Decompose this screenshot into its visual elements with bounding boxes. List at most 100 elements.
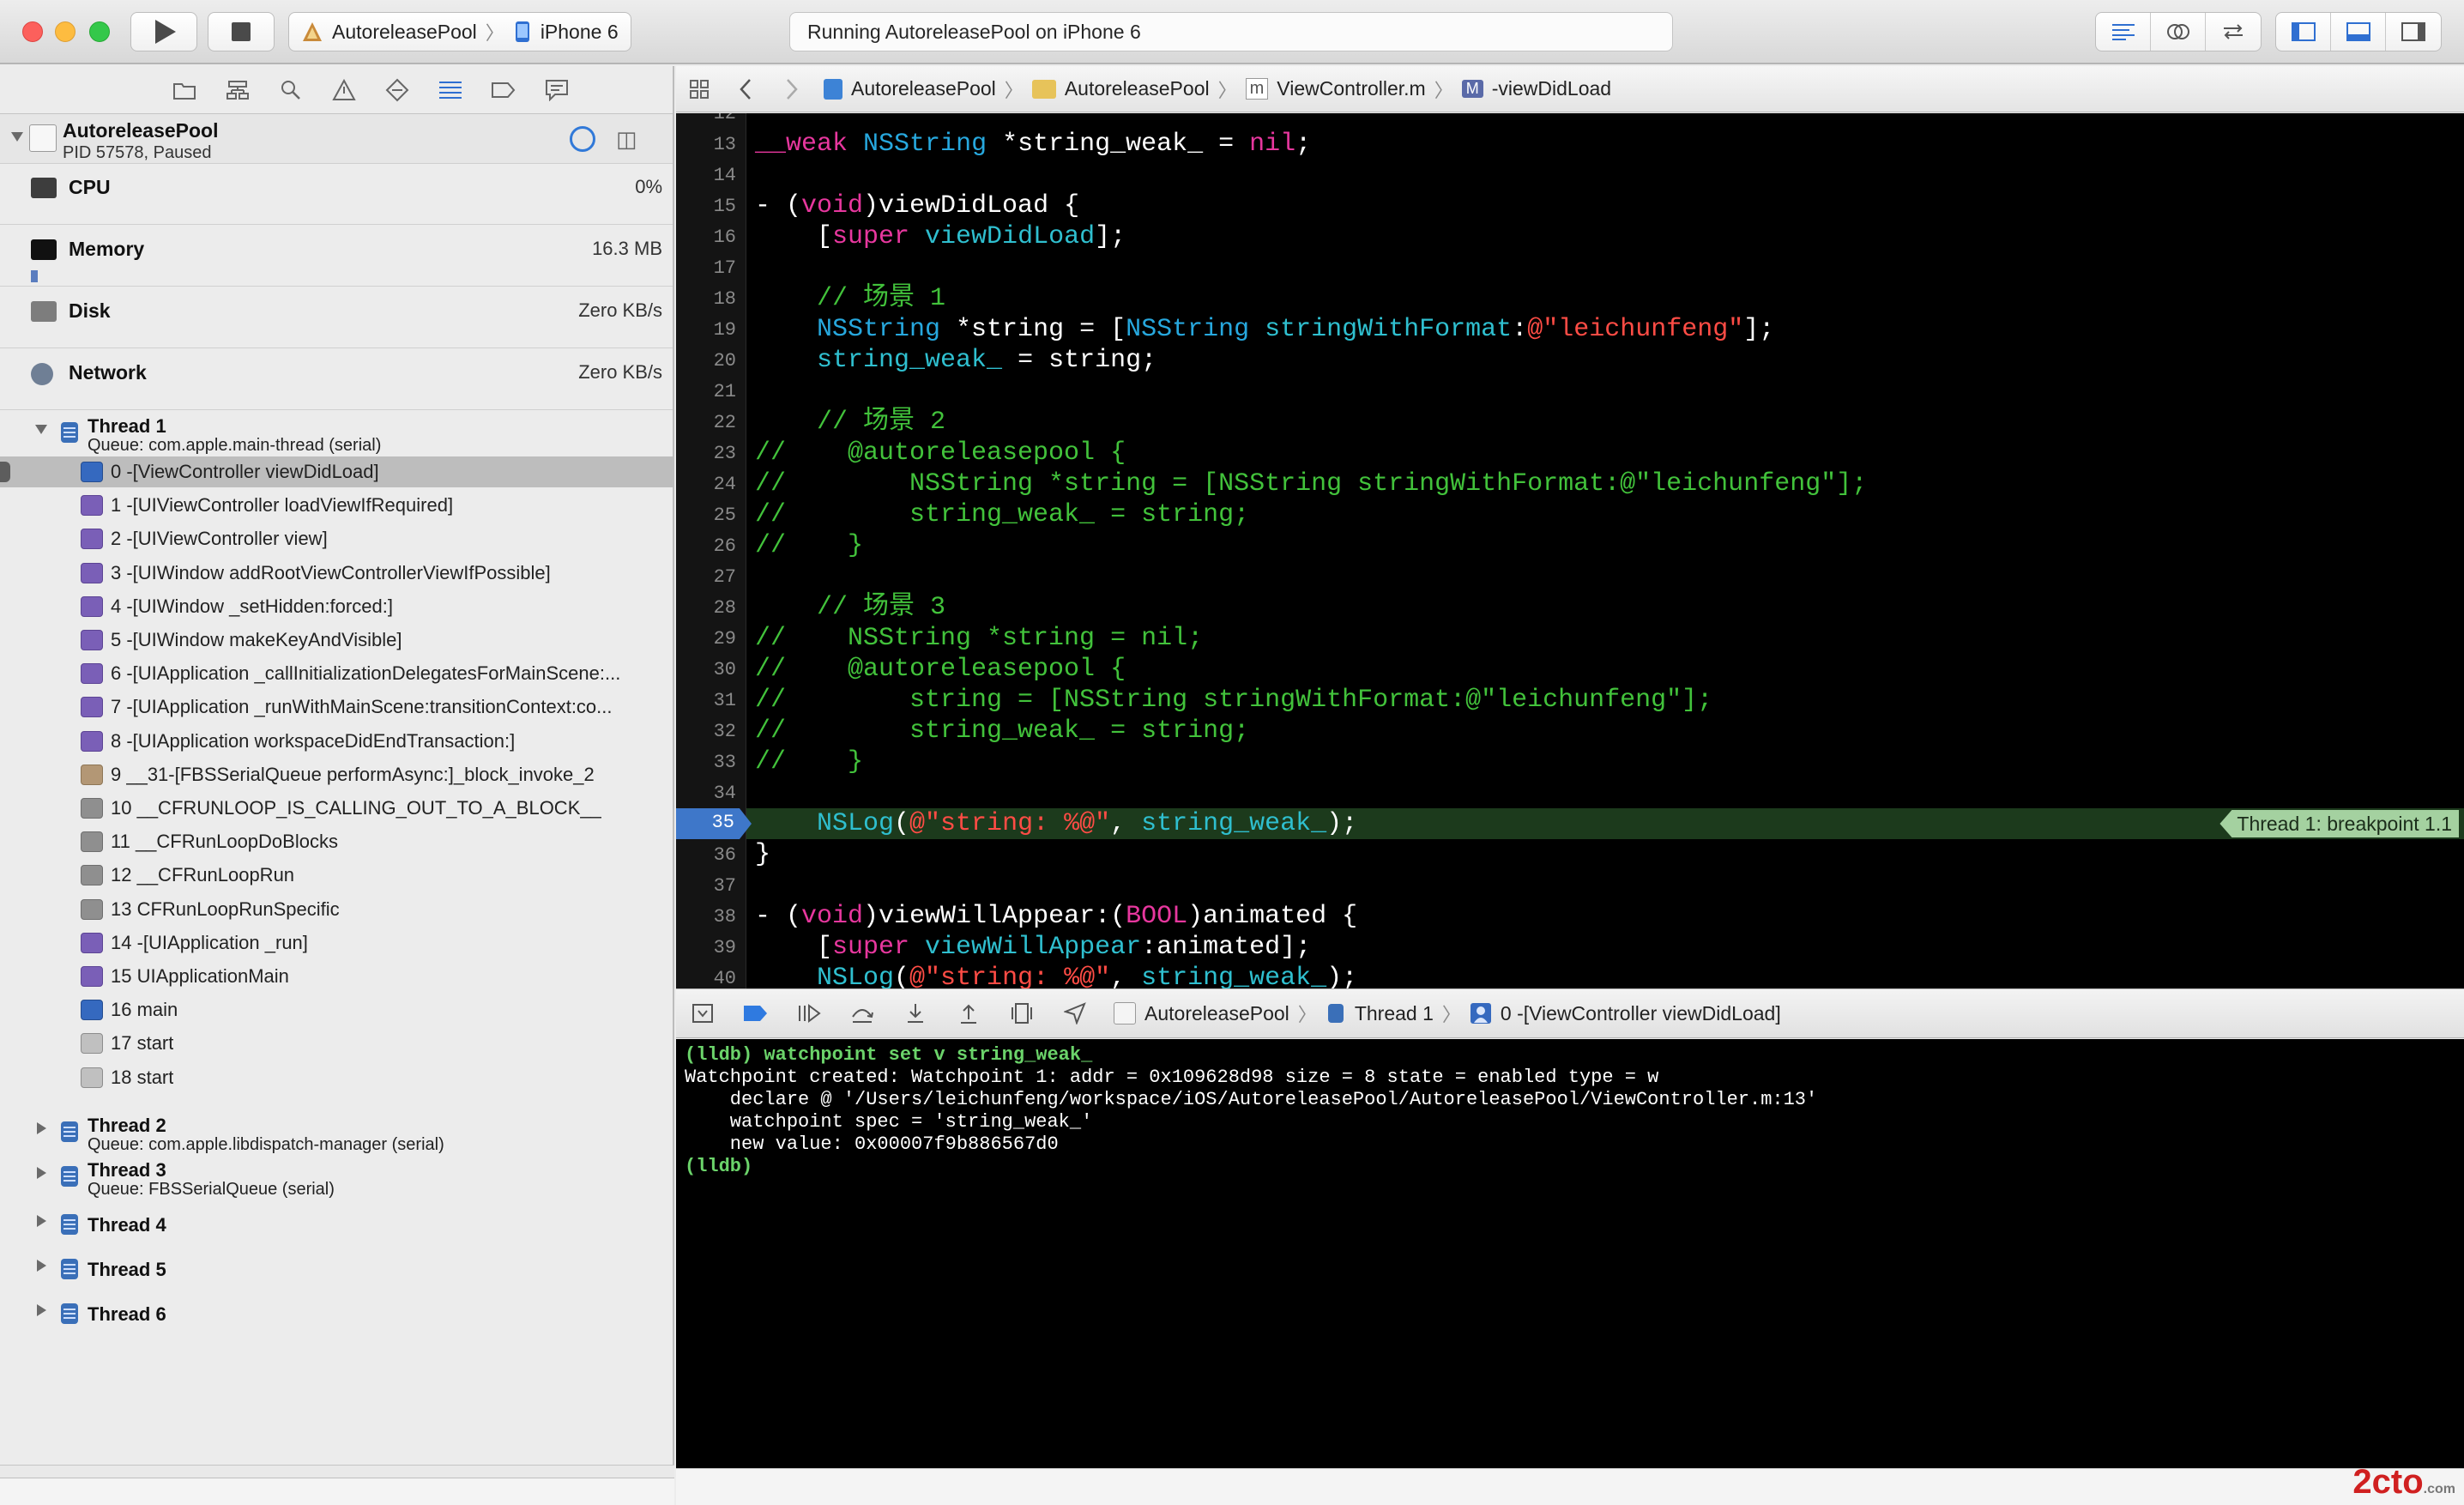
lldb-console[interactable]: (lldb) watchpoint set v string_weak_ Watc…: [676, 1039, 2464, 1468]
gauge-circle-icon[interactable]: [570, 126, 595, 152]
stack-frame-label: 2 -[UIViewController view]: [111, 528, 328, 550]
tab-report-navigator[interactable]: [543, 76, 571, 104]
run-button[interactable]: [130, 12, 197, 51]
tab-symbol-navigator[interactable]: [224, 76, 251, 104]
breadcrumb-group[interactable]: AutoreleasePool: [1065, 77, 1210, 100]
step-into-button[interactable]: [889, 988, 942, 1038]
stack-frame-label: 11 __CFRunLoopDoBlocks: [111, 831, 338, 853]
stack-frame-row[interactable]: 9 __31-[FBSSerialQueue performAsync:]_bl…: [0, 759, 673, 790]
thread-row-5[interactable]: Thread 5: [0, 1250, 673, 1293]
tab-debug-navigator[interactable]: [437, 76, 464, 104]
stack-frame-row[interactable]: 1 -[UIViewController loadViewIfRequired]: [0, 490, 673, 521]
xcode-window: AutoreleasePool 〉 iPhone 6 Running Autor…: [0, 0, 2464, 1505]
stack-frame-row[interactable]: 10 __CFRUNLOOP_IS_CALLING_OUT_TO_A_BLOCK…: [0, 793, 673, 824]
toggle-utilities-button[interactable]: [2386, 13, 2441, 51]
disclosure-right-icon[interactable]: [34, 1214, 48, 1228]
thread-row-4[interactable]: Thread 4: [0, 1206, 673, 1248]
gauge-memory[interactable]: Memory 16.3 MB: [0, 226, 673, 287]
assistant-editor-button[interactable]: [2151, 13, 2206, 51]
stack-frame-row[interactable]: 13 CFRunLoopRunSpecific: [0, 894, 673, 925]
stack-frame-row[interactable]: 6 -[UIApplication _callInitializationDel…: [0, 658, 673, 689]
thread-row-6[interactable]: Thread 6: [0, 1295, 673, 1338]
console-prompt[interactable]: (lldb): [685, 1156, 2455, 1178]
thread-row-2[interactable]: Thread 2 Queue: com.apple.libdispatch-ma…: [0, 1113, 673, 1156]
line-number: 25: [713, 505, 736, 526]
stack-frame-row[interactable]: 15 UIApplicationMain: [0, 961, 673, 992]
debug-view-hierarchy-button[interactable]: [995, 988, 1048, 1038]
line-number: 17: [713, 257, 736, 279]
stack-frame-row[interactable]: 4 -[UIWindow _setHidden:forced:]: [0, 591, 673, 622]
user-frame-icon: [81, 1000, 103, 1021]
stack-frame-label: 8 -[UIApplication workspaceDidEndTransac…: [111, 729, 516, 752]
stack-frame-row[interactable]: 0 -[ViewController viewDidLoad]: [0, 456, 673, 487]
tab-project-navigator[interactable]: [171, 76, 198, 104]
breadcrumb-method[interactable]: -viewDidLoad: [1492, 77, 1611, 100]
disclosure-right-icon[interactable]: [34, 1303, 48, 1317]
disclosure-down-icon[interactable]: [10, 130, 24, 143]
version-editor-icon: [2224, 24, 2243, 39]
zoom-window-button[interactable]: [89, 21, 110, 42]
disclosure-right-icon[interactable]: [34, 1121, 48, 1135]
disclosure-right-icon[interactable]: [34, 1259, 48, 1272]
tab-test-navigator[interactable]: [383, 76, 411, 104]
simulate-location-button[interactable]: [1048, 988, 1102, 1038]
stack-frame-row[interactable]: 18 start: [0, 1062, 673, 1093]
scheme-selector[interactable]: AutoreleasePool 〉 iPhone 6: [288, 12, 631, 51]
standard-editor-button[interactable]: [2096, 13, 2151, 51]
stack-frame-row[interactable]: 8 -[UIApplication workspaceDidEndTransac…: [0, 726, 673, 757]
close-window-button[interactable]: [22, 21, 43, 42]
minimize-window-button[interactable]: [55, 21, 75, 42]
version-editor-button[interactable]: [2206, 13, 2261, 51]
gauge-disk[interactable]: Disk Zero KB/s: [0, 287, 673, 348]
split-pause-icon[interactable]: ◫: [616, 126, 637, 153]
continue-button[interactable]: [782, 988, 836, 1038]
debug-crumb-thread[interactable]: Thread 1: [1355, 1002, 1434, 1025]
process-row[interactable]: AutoreleasePool PID 57578, Paused ◫: [0, 114, 673, 164]
code-line-18: // 场景 1: [817, 284, 946, 313]
thread-row-3[interactable]: Thread 3 Queue: FBSSerialQueue (serial): [0, 1157, 673, 1200]
code-line-38: - (void)viewWillAppear:(BOOL)animated {: [755, 902, 1358, 931]
step-over-button[interactable]: [836, 988, 889, 1038]
stack-frame-row[interactable]: 12 __CFRunLoopRun: [0, 860, 673, 891]
thread-row-1[interactable]: Thread 1 Queue: com.apple.main-thread (s…: [0, 414, 673, 456]
stack-frame-row[interactable]: 7 -[UIApplication _runWithMainScene:tran…: [0, 692, 673, 722]
go-forward-button[interactable]: [769, 78, 815, 100]
stack-frame-label: 17 start: [111, 1032, 174, 1055]
source-editor[interactable]: 35 12 13 14 15 16 17 18 19 20 21 22 23 24 25 26 27 28 29 3…: [676, 113, 2464, 988]
stack-frame-label: 3 -[UIWindow addRootViewControllerViewIf…: [111, 561, 551, 583]
disclosure-down-icon[interactable]: [34, 422, 48, 436]
line-number: 22: [713, 412, 736, 433]
tab-issue-navigator[interactable]: [330, 76, 358, 104]
tab-find-navigator[interactable]: [277, 76, 305, 104]
gauge-value: 0%: [635, 176, 662, 197]
breadcrumb-project[interactable]: AutoreleasePool: [851, 77, 996, 100]
stack-frame-row[interactable]: 14 -[UIApplication _run]: [0, 928, 673, 958]
stack-frame-row[interactable]: 5 -[UIWindow makeKeyAndVisible]: [0, 625, 673, 656]
console-line: watchpoint spec = 'string_weak_': [685, 1111, 1093, 1133]
gauge-network[interactable]: Network Zero KB/s: [0, 349, 673, 410]
gauge-cpu[interactable]: CPU 0%: [0, 164, 673, 225]
stack-frame-row[interactable]: 3 -[UIWindow addRootViewControllerViewIf…: [0, 558, 673, 589]
stop-button[interactable]: [208, 12, 275, 51]
tab-breakpoint-navigator[interactable]: [490, 76, 517, 104]
breakpoint-indicator[interactable]: 35: [676, 808, 752, 839]
stack-frame-row[interactable]: 17 start: [0, 1028, 673, 1059]
go-back-button[interactable]: [722, 78, 769, 100]
related-items-button[interactable]: [676, 79, 722, 100]
line-number: 33: [713, 752, 736, 773]
gauge-name: Disk: [69, 299, 111, 322]
stack-frame-row[interactable]: 11 __CFRunLoopDoBlocks: [0, 826, 673, 857]
stack-frame-row[interactable]: 2 -[UIViewController view]: [0, 523, 673, 554]
stack-frame-row[interactable]: 16 main: [0, 994, 673, 1025]
step-out-button[interactable]: [942, 988, 995, 1038]
toggle-debug-area-button[interactable]: [2331, 13, 2386, 51]
debug-crumb-frame[interactable]: 0 -[ViewController viewDidLoad]: [1501, 1002, 1781, 1025]
debug-crumb-project[interactable]: AutoreleasePool: [1144, 1002, 1289, 1025]
hide-debug-area-button[interactable]: [676, 988, 729, 1038]
thread-spool-icon: [61, 1303, 78, 1324]
toggle-navigator-button[interactable]: [2276, 13, 2331, 51]
stack-frame-label: 10 __CFRUNLOOP_IS_CALLING_OUT_TO_A_BLOCK…: [111, 797, 601, 819]
disclosure-right-icon[interactable]: [34, 1166, 48, 1180]
toggle-breakpoints-button[interactable]: [729, 988, 782, 1038]
breadcrumb-file[interactable]: ViewController.m: [1277, 77, 1425, 100]
